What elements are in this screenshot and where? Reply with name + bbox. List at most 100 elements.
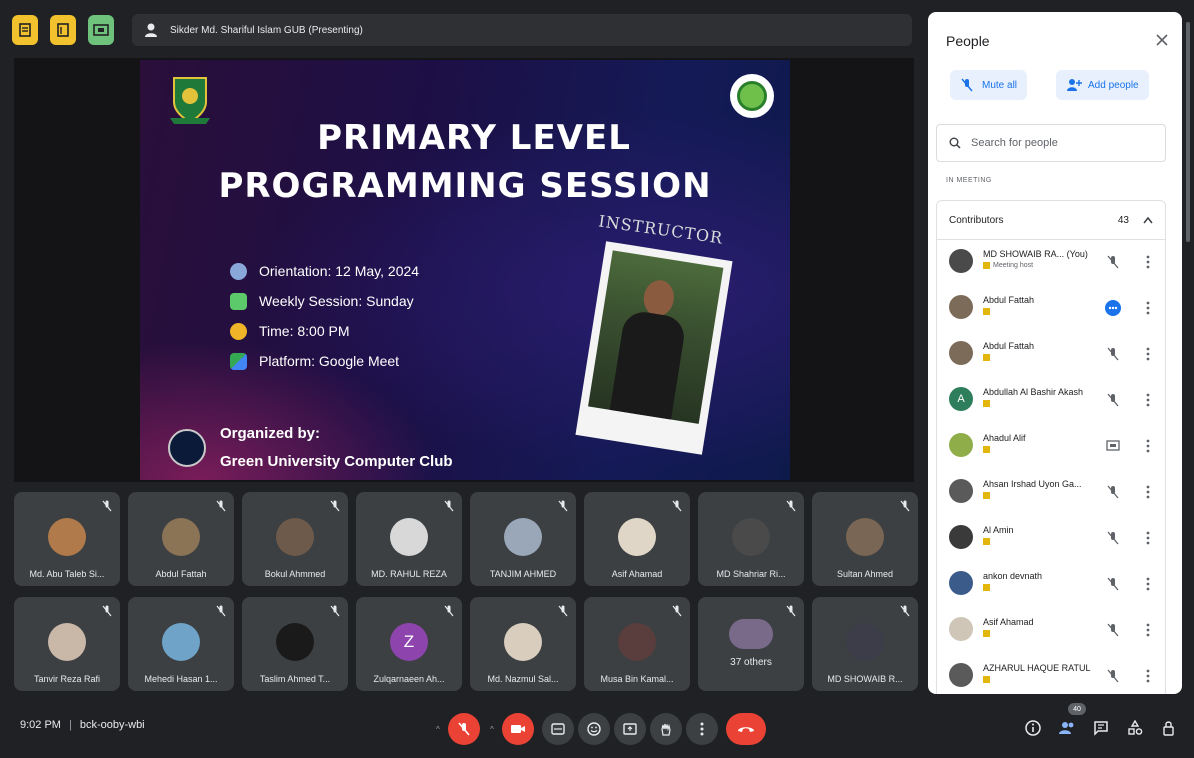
people-list-item[interactable]: AZHARUL HAQUE RATUL [937, 654, 1167, 694]
person-name: Ahadul Alif [983, 433, 1026, 443]
mic-toggle-button[interactable] [448, 713, 480, 745]
people-list-item[interactable]: Abdul Fattah [937, 332, 1167, 378]
people-list-item[interactable]: Al Amin [937, 516, 1167, 562]
participant-tile[interactable]: Md. Abu Taleb Si... [14, 492, 120, 586]
participant-name: Abdul Fattah [155, 569, 207, 579]
activities-button[interactable] [1124, 717, 1146, 739]
person-name: MD SHOWAIB RA... (You) [983, 249, 1088, 259]
present-now-button[interactable] [614, 713, 646, 745]
camera-options-arrow[interactable]: ^ [490, 725, 494, 734]
participant-avatar [618, 518, 656, 556]
person-role [983, 538, 993, 545]
people-list-item[interactable]: A Abdullah Al Bashir Akash [937, 378, 1167, 424]
chat-button[interactable] [1090, 717, 1112, 739]
person-role [983, 308, 993, 315]
lock-person-icon [1163, 721, 1174, 736]
participant-tile[interactable]: Mehedi Hasan 1... [128, 597, 234, 691]
mic-options-arrow[interactable]: ^ [436, 725, 440, 734]
meeting-details-button[interactable] [1022, 717, 1044, 739]
panel-scrollbar[interactable] [1186, 22, 1190, 242]
clock-icon [230, 322, 247, 340]
participant-tile[interactable]: Taslim Ahmed T... [242, 597, 348, 691]
more-vert-icon [700, 722, 704, 736]
people-list-item[interactable]: Ahadul Alif [937, 424, 1167, 470]
person-mic-status[interactable] [1105, 300, 1121, 316]
leave-call-button[interactable] [726, 713, 766, 745]
presentation-slide: PRIMARY LEVEL PROGRAMMING SESSION Orient… [140, 60, 790, 480]
present-icon[interactable] [88, 15, 114, 45]
participant-tile[interactable]: TANJIM AHMED [470, 492, 576, 586]
captions-button[interactable] [542, 713, 574, 745]
participant-tile[interactable]: Tanvir Reza Rafi [14, 597, 120, 691]
mic-off-icon [330, 605, 340, 617]
close-panel-button[interactable] [1154, 32, 1170, 48]
person-name: Abdullah Al Bashir Akash [983, 387, 1084, 397]
person-more-button[interactable] [1143, 346, 1153, 362]
doc-icon[interactable] [50, 15, 76, 45]
people-panel: People Mute all Add people Search for pe… [928, 12, 1182, 694]
person-mic-status[interactable] [1105, 254, 1121, 270]
host-controls-button[interactable] [1158, 717, 1180, 739]
person-more-button[interactable] [1143, 438, 1153, 454]
person-more-button[interactable] [1143, 392, 1153, 408]
participant-avatar [48, 623, 86, 661]
person-more-button[interactable] [1143, 300, 1153, 316]
participant-avatar [846, 623, 884, 661]
more-vert-icon [1146, 577, 1150, 591]
mic-off-icon [102, 500, 112, 512]
person-more-button[interactable] [1143, 668, 1153, 684]
person-mic-status[interactable] [1105, 392, 1121, 408]
participant-tile[interactable]: Sultan Ahmed [812, 492, 918, 586]
participant-tile[interactable]: Abdul Fattah [128, 492, 234, 586]
emoji-button[interactable] [578, 713, 610, 745]
info-weekly-session: Weekly Session: Sunday [230, 286, 419, 316]
mute-all-button[interactable]: Mute all [950, 70, 1028, 100]
person-more-button[interactable] [1143, 530, 1153, 546]
person-mic-status[interactable] [1105, 484, 1121, 500]
participant-tile[interactable]: Musa Bin Kamal... [584, 597, 690, 691]
participant-name: MD SHOWAIB R... [827, 674, 903, 684]
people-list-item[interactable]: ankon devnath [937, 562, 1167, 608]
participant-avatar [48, 518, 86, 556]
contributors-header[interactable]: Contributors 43 [936, 200, 1166, 240]
person-mic-status[interactable] [1105, 668, 1121, 684]
person-more-button[interactable] [1143, 576, 1153, 592]
person-mic-status[interactable] [1105, 530, 1121, 546]
person-mic-status[interactable] [1105, 438, 1121, 454]
hand-badge-icon [983, 492, 990, 499]
people-button[interactable] [1056, 717, 1078, 739]
participant-tile[interactable]: MD. RAHUL REZA [356, 492, 462, 586]
participant-tile[interactable]: 37 others [698, 597, 804, 691]
participant-tile[interactable]: Bokul Ahmmed [242, 492, 348, 586]
participant-tile[interactable]: Asif Ahamad [584, 492, 690, 586]
hand-badge-icon [983, 354, 990, 361]
sheet-icon[interactable] [12, 15, 38, 45]
person-more-button[interactable] [1143, 254, 1153, 270]
participant-tile[interactable]: MD SHOWAIB R... [812, 597, 918, 691]
people-list-item[interactable]: Abdul Fattah [937, 286, 1167, 332]
mic-off-icon [102, 605, 112, 617]
add-people-button[interactable]: Add people [1056, 70, 1149, 100]
organizer-name: Green University Computer Club [220, 453, 453, 470]
participant-tile[interactable]: Md. Nazmul Sal... [470, 597, 576, 691]
person-mic-status[interactable] [1105, 576, 1121, 592]
people-list-item[interactable]: Ahsan Irshad Uyon Ga... [937, 470, 1167, 516]
participant-tile[interactable]: MD Shahriar Ri... [698, 492, 804, 586]
mic-off-icon [961, 78, 973, 92]
mic-off-icon [672, 605, 682, 617]
person-more-button[interactable] [1143, 484, 1153, 500]
info-orientation: Orientation: 12 May, 2024 [230, 256, 419, 286]
search-people-input[interactable]: Search for people [936, 124, 1166, 162]
participant-avatar [276, 518, 314, 556]
chat-icon [1094, 721, 1108, 736]
person-mic-status[interactable] [1105, 622, 1121, 638]
more-options-button[interactable] [686, 713, 718, 745]
raise-hand-button[interactable] [650, 713, 682, 745]
participant-avatar [846, 518, 884, 556]
people-list-item[interactable]: MD SHOWAIB RA... (You) Meeting host [937, 240, 1167, 286]
camera-toggle-button[interactable] [502, 713, 534, 745]
person-more-button[interactable] [1143, 622, 1153, 638]
people-list-item[interactable]: Asif Ahamad [937, 608, 1167, 654]
person-mic-status[interactable] [1105, 346, 1121, 362]
participant-tile[interactable]: Z Zulqarnaeen Ah... [356, 597, 462, 691]
